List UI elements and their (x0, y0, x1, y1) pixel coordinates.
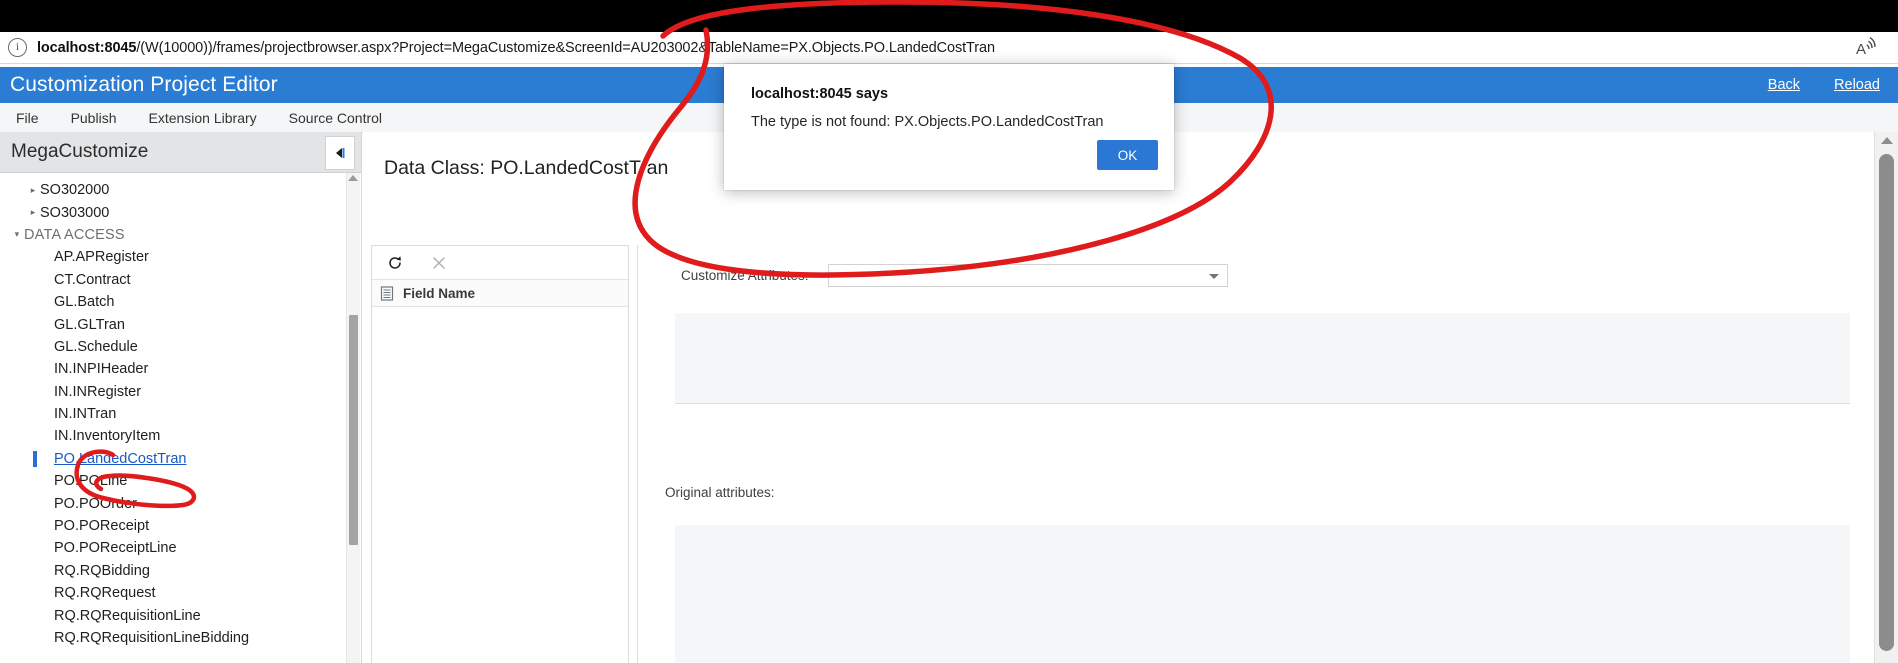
refresh-icon[interactable] (386, 254, 404, 272)
tree-item-in-inventoryitem[interactable]: IN.InventoryItem (0, 425, 361, 447)
tree-item-label: RQ.RQRequisitionLineBidding (54, 630, 250, 646)
tree-item-po-landedcosttran[interactable]: PO.LandedCostTran (0, 448, 361, 470)
tree-item-po-poline[interactable]: PO.POLine (0, 470, 361, 492)
header-links: Back Reload (1768, 77, 1880, 93)
original-attributes-editor (675, 525, 1850, 663)
tree-item-label: PO.POOrder (54, 495, 137, 512)
tree-item-gl-schedule[interactable]: GL.Schedule (0, 336, 361, 358)
scroll-up-arrow-icon[interactable] (348, 175, 358, 181)
alert-ok-button[interactable]: OK (1097, 140, 1158, 170)
tree-item-po-poorder[interactable]: PO.POOrder (0, 492, 361, 514)
tree-item-ap-apregister[interactable]: AP.APRegister (0, 246, 361, 268)
url-path: /(W(10000))/frames/projectbrowser.aspx?P… (136, 39, 995, 56)
tree-item-rq-rqrequisitionlinebidding[interactable]: RQ.RQRequisitionLineBidding (0, 627, 361, 649)
tree-item-label: CT.Contract (54, 271, 131, 288)
customize-attributes-editor[interactable] (675, 313, 1850, 404)
reload-link[interactable]: Reload (1834, 77, 1880, 93)
field-list-body[interactable] (372, 307, 628, 663)
tree-item-po-poreceiptline[interactable]: PO.POReceiptLine (0, 537, 361, 559)
tree-item-label: SO302000 (40, 182, 110, 199)
attributes-pane: Customize Attributes: Original attribute… (637, 245, 1850, 663)
javascript-alert-dialog: localhost:8045 says The type is not foun… (724, 64, 1174, 190)
field-list-panel: Field Name (371, 245, 629, 663)
tree-item-label: GL.GLTran (54, 316, 125, 333)
column-header-field-name[interactable]: Field Name (403, 286, 475, 301)
screenshot-root: i localhost:8045/(W(10000))/frames/proje… (0, 0, 1898, 663)
tree-item-label: GL.Batch (54, 294, 115, 311)
tree-item-so303000[interactable]: ▸ SO303000 (0, 201, 361, 223)
tree-item-label: IN.INRegister (54, 383, 142, 400)
page-scroll-thumb[interactable] (1879, 154, 1894, 651)
collapse-left-icon[interactable] (325, 136, 355, 170)
customize-attributes-row: Customize Attributes: (638, 263, 1228, 287)
customize-attributes-label: Customize Attributes: (681, 267, 809, 283)
sidebar-scroll-thumb[interactable] (349, 315, 358, 545)
menu-item-source-control[interactable]: Source Control (273, 110, 398, 126)
url-host: localhost:8045 (37, 39, 137, 56)
menu-item-publish[interactable]: Publish (55, 110, 133, 126)
close-x-icon[interactable] (430, 254, 448, 272)
tree-item-gl-gltran[interactable]: GL.GLTran (0, 313, 361, 335)
chevron-down-icon[interactable] (1209, 273, 1219, 279)
data-class-heading: Data Class: PO.LandedCostTran (384, 157, 669, 179)
sidebar-scrollbar[interactable] (346, 173, 360, 663)
tree-item-label: PO.POReceipt (54, 518, 150, 535)
tree-item-gl-batch[interactable]: GL.Batch (0, 291, 361, 313)
tree-twisty-icon[interactable]: ▸ (26, 185, 40, 195)
read-aloud-icon[interactable]: A (1854, 36, 1884, 60)
back-link[interactable]: Back (1768, 77, 1800, 93)
tree-item-label: PO.LandedCostTran (54, 450, 187, 467)
tree-item-label: IN.INPIHeader (54, 361, 149, 378)
alert-message: The type is not found: PX.Objects.PO.Lan… (751, 114, 1104, 130)
field-list-toolbar (372, 246, 628, 280)
menu-item-file[interactable]: File (0, 110, 55, 126)
original-attributes-label: Original attributes: (665, 485, 775, 500)
page-title: Customization Project Editor (10, 73, 278, 96)
main-content: Data Class: PO.LandedCostTran Field Name… (363, 132, 1875, 663)
tree-item-label: GL.Schedule (54, 338, 138, 355)
tree-item-ct-contract[interactable]: CT.Contract (0, 269, 361, 291)
page-scroll-up-arrow-icon[interactable] (1881, 137, 1893, 144)
customize-attributes-select[interactable] (828, 263, 1228, 287)
tree-item-label: DATA ACCESS (24, 226, 125, 243)
tree-twisty-icon[interactable]: ▾ (10, 230, 24, 239)
tree-item-rq-rqrequisitionline[interactable]: RQ.RQRequisitionLine (0, 604, 361, 626)
tree-item-label: RQ.RQRequisitionLine (54, 607, 201, 624)
menu-item-extension-library[interactable]: Extension Library (132, 110, 272, 126)
tree-item-label: IN.InventoryItem (54, 428, 161, 445)
tree-item-label: RQ.RQRequest (54, 585, 156, 602)
alert-title: localhost:8045 says (751, 86, 889, 102)
grid-column-icon (380, 285, 394, 301)
tree-item-label: RQ.RQBidding (54, 562, 150, 579)
tree-twisty-icon[interactable]: ▸ (26, 208, 40, 217)
page-scrollbar[interactable] (1874, 132, 1898, 663)
tree-item-data-access[interactable]: ▾ DATA ACCESS (0, 224, 361, 246)
data-access-tree[interactable]: ▸ SO302000 ▸ SO303000 ▾ DATA ACCESS AP.APRegis… (0, 173, 361, 663)
sidebar: MegaCustomize ▸ SO302000 ▸ SO303000 ▾ DATA AC… (0, 132, 362, 663)
tree-item-in-inpiheader[interactable]: IN.INPIHeader (0, 358, 361, 380)
tree-item-so302000[interactable]: ▸ SO302000 (0, 179, 361, 201)
tree-item-label: PO.POLine (54, 473, 128, 490)
svg-text:A: A (1856, 41, 1866, 58)
info-icon[interactable]: i (8, 38, 27, 57)
url-text: localhost:8045/(W(10000))/frames/project… (37, 40, 995, 56)
field-list-column-header: Field Name (372, 280, 628, 307)
tree-item-in-intran[interactable]: IN.INTran (0, 403, 361, 425)
browser-top-strip (0, 0, 1898, 32)
tree-item-label: AP.APRegister (54, 249, 149, 266)
tree-item-in-inregister[interactable]: IN.INRegister (0, 381, 361, 403)
tree-item-rq-rqrequest[interactable]: RQ.RQRequest (0, 582, 361, 604)
tree-item-po-poreceipt[interactable]: PO.POReceipt (0, 515, 361, 537)
project-name: MegaCustomize (11, 141, 149, 162)
tree-item-label: IN.INTran (54, 406, 117, 423)
browser-url-bar[interactable]: i localhost:8045/(W(10000))/frames/proje… (0, 32, 1898, 64)
sidebar-header: MegaCustomize (0, 132, 361, 173)
tree-item-label: PO.POReceiptLine (54, 540, 177, 557)
tree-item-label: SO303000 (40, 204, 110, 221)
tree-item-rq-rqbidding[interactable]: RQ.RQBidding (0, 560, 361, 582)
